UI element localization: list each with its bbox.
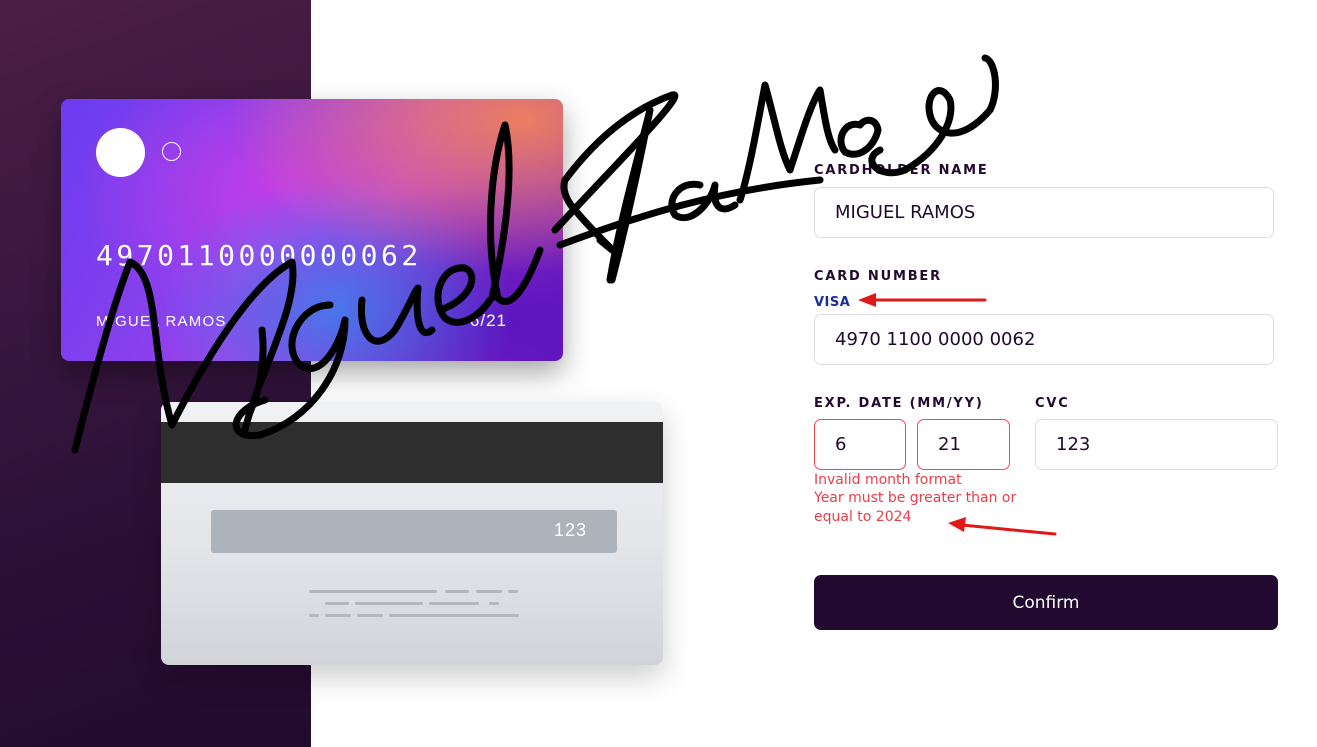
exp-month-input[interactable]: 6 <box>814 419 906 470</box>
card-front-expiry: 6/21 <box>469 311 507 330</box>
card-front-preview: 4970110000000062 MIGUEL RAMOS 6/21 <box>61 99 563 361</box>
magnetic-stripe <box>161 422 663 483</box>
card-back-preview: 123 <box>161 402 663 665</box>
confirm-button[interactable]: Confirm <box>814 575 1278 630</box>
card-logo-circle-outline <box>162 142 181 161</box>
exp-month-error: Invalid month format <box>814 472 962 488</box>
cardholder-name-input[interactable]: MIGUEL RAMOS <box>814 187 1274 238</box>
exp-date-label: EXP. DATE (MM/YY) <box>814 396 984 411</box>
exp-year-error: Year must be greater than or equal to 20… <box>814 490 1017 525</box>
cvc-label: CVC <box>1035 396 1070 411</box>
card-number-input[interactable]: 4970 1100 0000 0062 <box>814 314 1274 365</box>
card-front-name: MIGUEL RAMOS <box>96 313 227 330</box>
card-number-label: CARD NUMBER <box>814 269 942 284</box>
exp-year-input[interactable]: 21 <box>917 419 1010 470</box>
card-logo-circle-filled <box>96 128 145 177</box>
card-back-signature-strip: 123 <box>211 510 617 553</box>
card-details-form: CARDHOLDER NAME MIGUEL RAMOS CARD NUMBER… <box>814 0 1284 747</box>
cardholder-name-label: CARDHOLDER NAME <box>814 163 989 178</box>
card-back-cvc: 123 <box>553 520 587 540</box>
card-front-number: 4970110000000062 <box>96 239 422 272</box>
cvc-input[interactable]: 123 <box>1035 419 1278 470</box>
card-brand-indicator: VISA <box>814 295 851 310</box>
